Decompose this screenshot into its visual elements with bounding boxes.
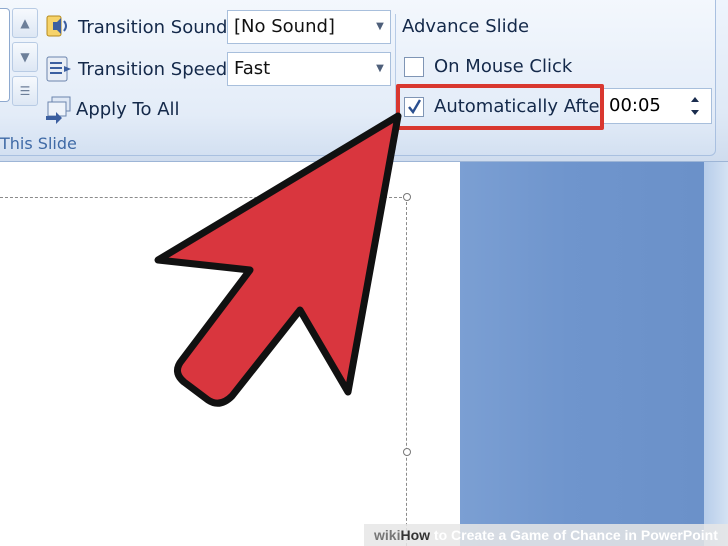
gallery-scroll-down-button[interactable]: ▼ (12, 42, 38, 72)
transition-sound-icon (44, 12, 74, 42)
transition-sound-label: Transition Sound: (78, 16, 234, 38)
spinner-arrows-icon (691, 97, 699, 115)
on-mouse-click-checkbox[interactable]: On Mouse Click (404, 56, 572, 77)
transition-gallery-edge[interactable] (0, 8, 10, 102)
watermark-title: to Create a Game of Chance in PowerPoint (430, 527, 718, 543)
gallery-more-button[interactable]: ☰ (12, 76, 38, 106)
wikihow-watermark: wikiHow to Create a Game of Chance in Po… (364, 524, 728, 546)
slide-background-panel (460, 162, 728, 546)
watermark-wiki: wiki (374, 527, 401, 543)
on-mouse-click-check-box[interactable] (404, 56, 424, 77)
gallery-scroll-up-button[interactable]: ▲ (12, 8, 38, 38)
transition-speed-dropdown[interactable]: Fast ▼ (227, 52, 391, 86)
advance-time-value: 00:05 (609, 95, 661, 116)
chevron-down-icon: ▼ (376, 63, 384, 74)
transition-sound-row: Transition Sound: (44, 12, 234, 42)
transition-speed-value: Fast (234, 58, 271, 79)
transition-sound-value: [No Sound] (234, 16, 335, 37)
window-edge-strip (704, 162, 728, 546)
transition-sound-dropdown[interactable]: [No Sound] ▼ (227, 10, 391, 44)
transition-speed-label: Transition Speed: (78, 58, 234, 80)
chevron-down-icon: ▼ (376, 21, 384, 32)
pointer-arrow-icon (154, 112, 402, 407)
transition-speed-row: Transition Speed: (44, 54, 233, 84)
advance-slide-title: Advance Slide (402, 16, 530, 37)
group-label-this-slide: This Slide (0, 134, 77, 153)
on-mouse-click-label: On Mouse Click (434, 56, 573, 77)
highlight-box (396, 84, 604, 130)
watermark-how: How (400, 527, 431, 543)
resize-handle-right[interactable] (403, 448, 411, 456)
gallery-scroll-controls: ▲ ▼ ☰ (12, 8, 38, 112)
advance-time-spinner[interactable]: 00:05 (602, 88, 712, 124)
transition-speed-icon (44, 54, 74, 84)
apply-to-all-icon (44, 94, 74, 124)
